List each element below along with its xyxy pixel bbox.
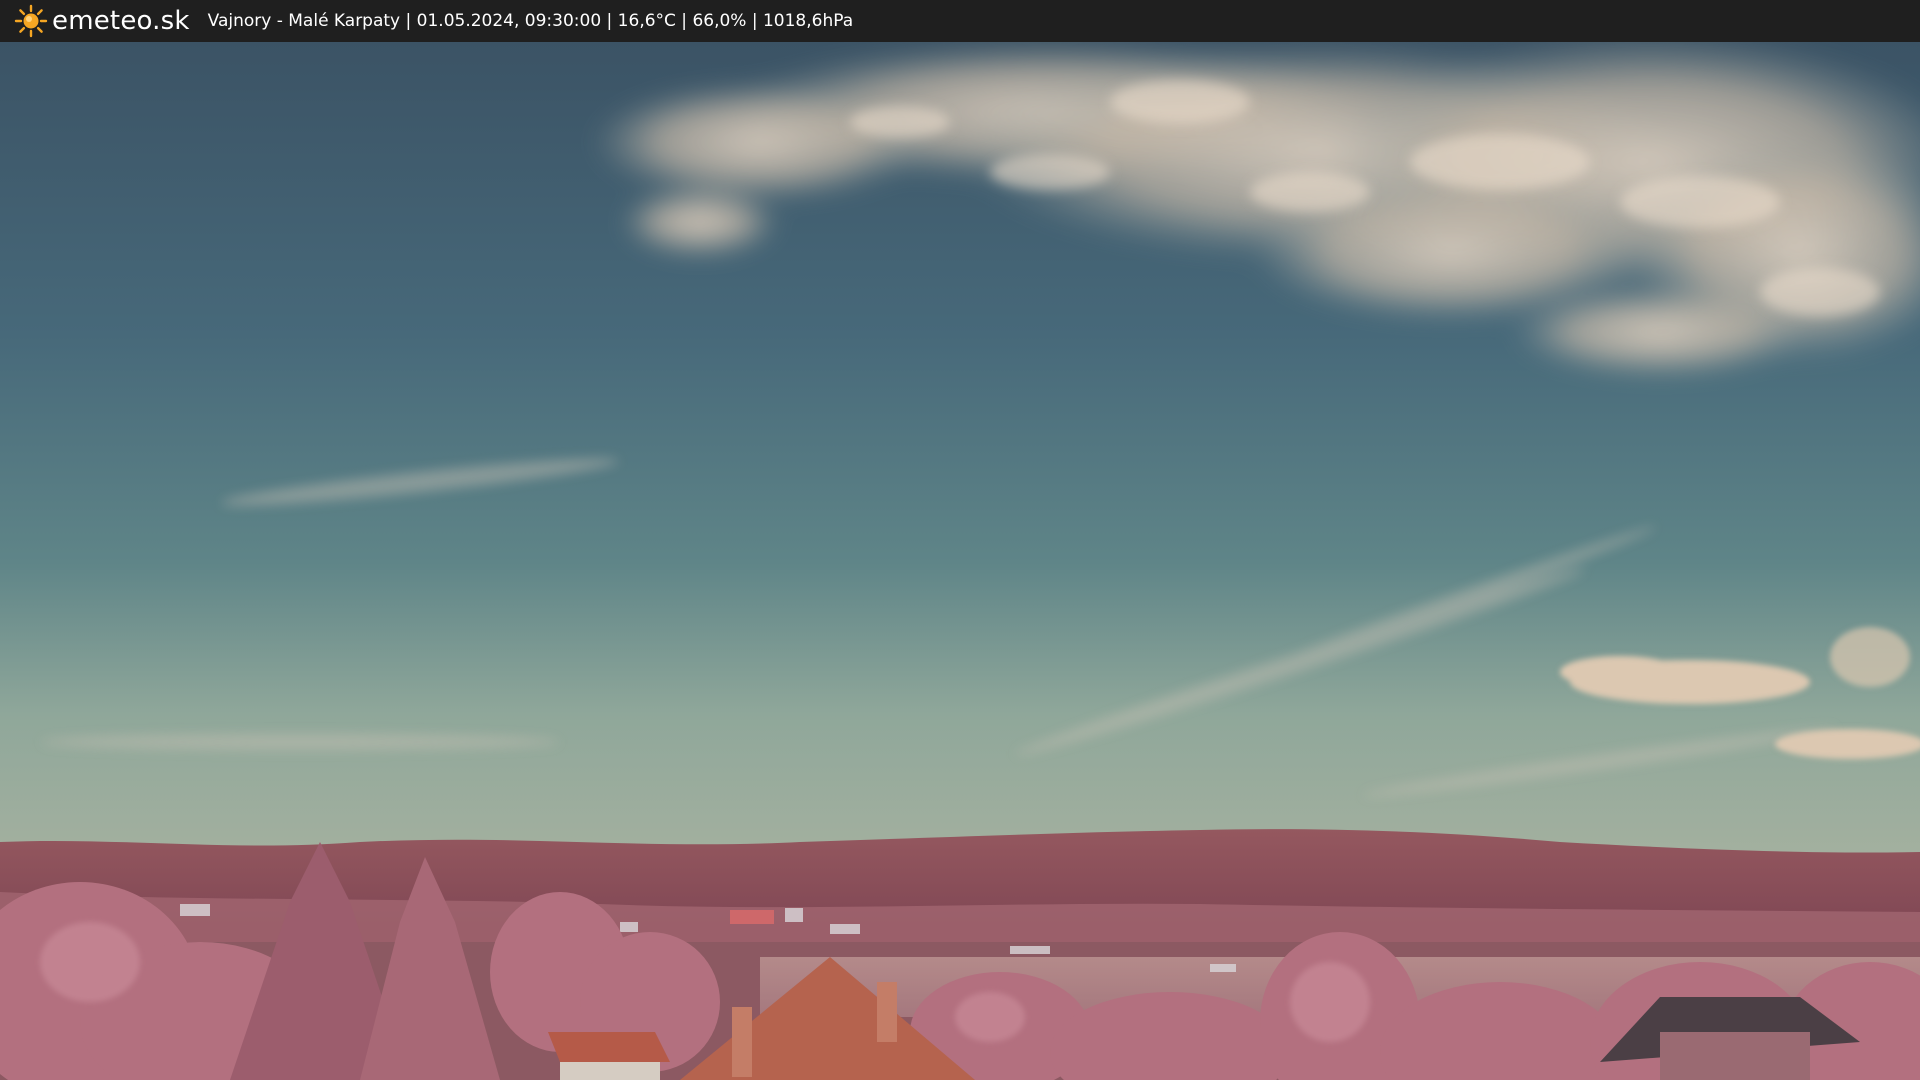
webcam-image	[0, 42, 1920, 1080]
header-bar: emeteo.sk Vajnory - Malé Karpaty | 01.05…	[0, 0, 1920, 42]
house-left-roof	[548, 1032, 670, 1062]
sun-icon	[14, 4, 48, 38]
webcam-caption: Vajnory - Malé Karpaty | 01.05.2024, 09:…	[207, 11, 854, 31]
site-logo[interactable]: emeteo.sk	[14, 4, 190, 38]
brand-name: emeteo.sk	[52, 6, 190, 36]
